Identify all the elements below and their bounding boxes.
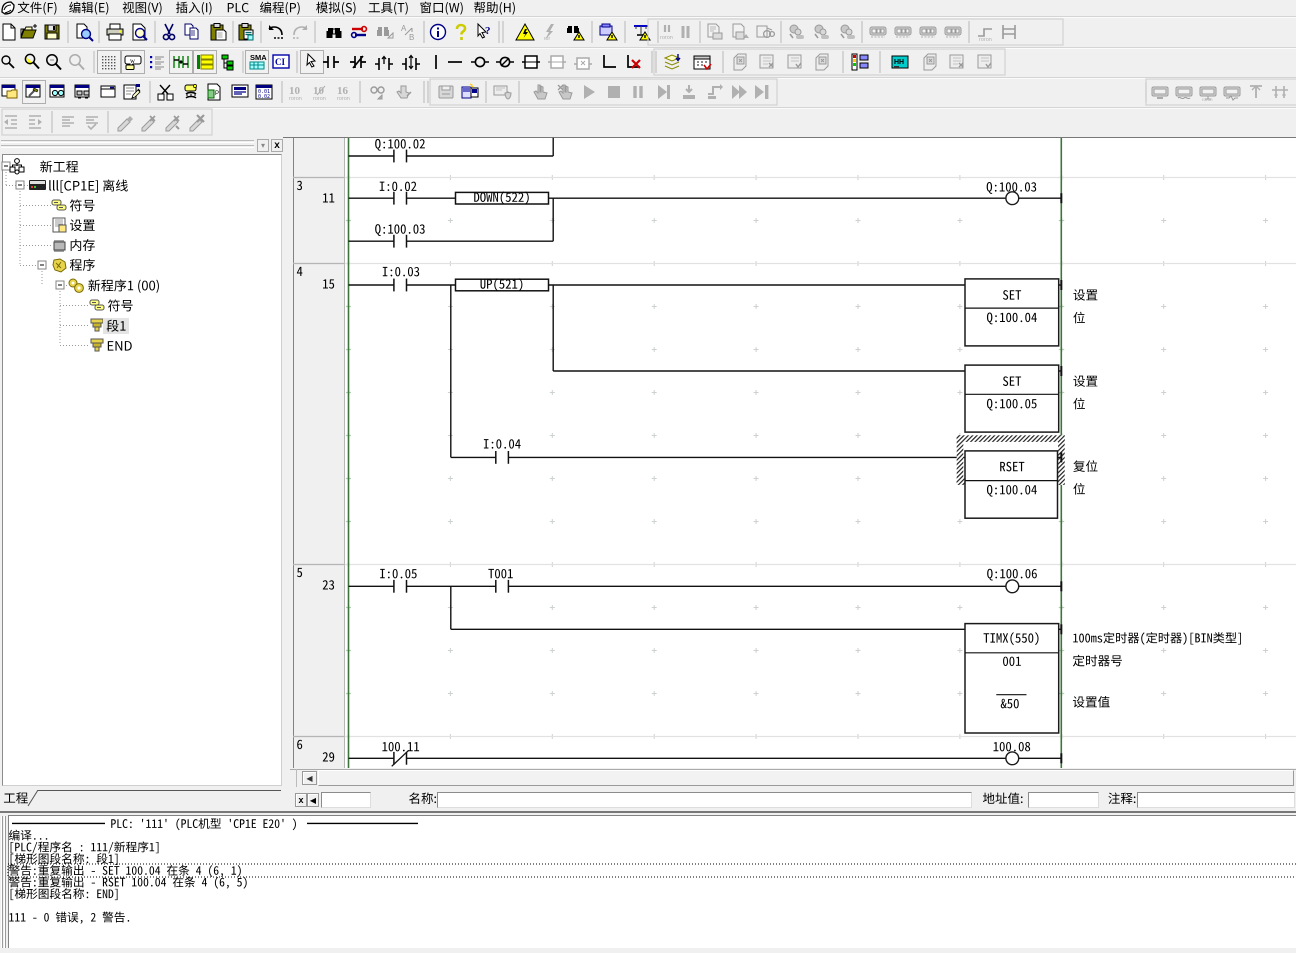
svg-text:roron: roron — [313, 96, 326, 102]
svg-text:roron: roron — [337, 96, 350, 102]
svg-text:roron: roron — [660, 35, 673, 41]
svg-text:A: A — [401, 24, 407, 33]
svg-text:roron: roron — [289, 96, 302, 102]
svg-text:HH: HH — [894, 59, 904, 66]
svg-text:SMA: SMA — [250, 53, 267, 62]
svg-text:?: ? — [485, 25, 491, 37]
svg-text:roron: roron — [1202, 97, 1213, 102]
svg-text:ror: ror — [544, 36, 550, 42]
svg-text:B: B — [409, 33, 414, 42]
svg-text:P: P — [215, 91, 219, 97]
svg-text:0.02: 0.02 — [258, 94, 270, 100]
svg-text:CI: CI — [275, 57, 285, 67]
svg-text:roron: roron — [979, 37, 992, 43]
